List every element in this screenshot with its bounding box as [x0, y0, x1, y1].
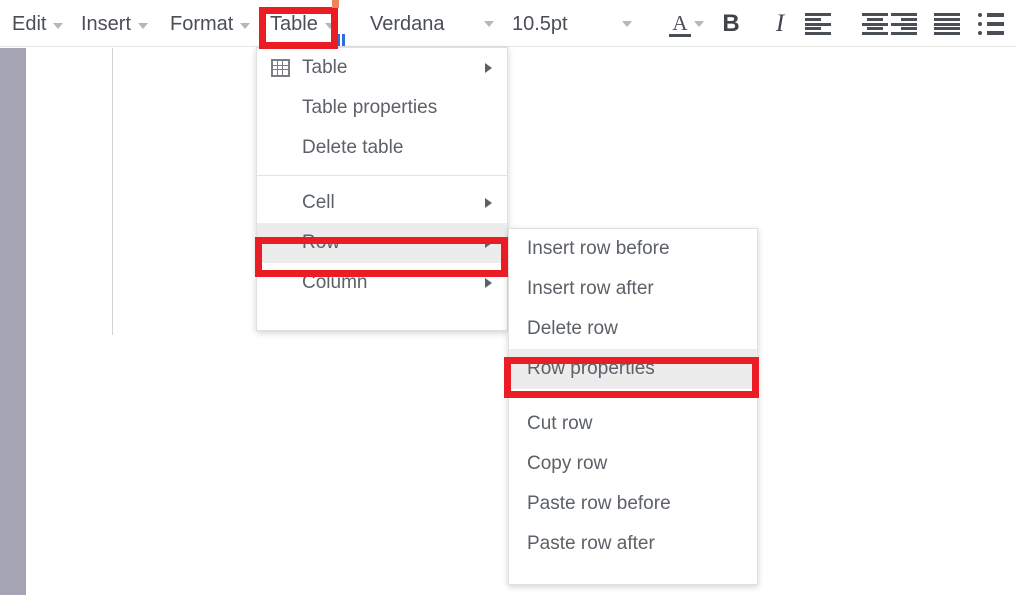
align-justify-icon[interactable]: [934, 13, 960, 35]
left-rail: [0, 48, 26, 595]
menu-item-row[interactable]: Row: [257, 223, 507, 263]
menu-item-cell-label: Cell: [302, 192, 335, 213]
align-right-icon[interactable]: [891, 13, 917, 35]
menu-item-copy-row[interactable]: Copy row: [509, 444, 757, 484]
annotation-speck: [332, 0, 339, 8]
menu-item-table-properties-label: Table properties: [302, 97, 438, 118]
font-family-value: Verdana: [370, 13, 445, 35]
italic-button[interactable]: I: [769, 9, 791, 39]
bold-button[interactable]: B: [719, 9, 743, 39]
cell-resize-marker-icon: [337, 34, 346, 46]
bold-label: B: [722, 10, 740, 37]
align-center-icon[interactable]: [862, 13, 888, 35]
menu-item-delete-table-label: Delete table: [302, 137, 404, 158]
table-dropdown-menu: Table Table properties Delete table Cell…: [256, 47, 508, 331]
menu-button-edit-label: Edit: [12, 13, 47, 35]
menu-separator: [509, 396, 757, 397]
table-grid-icon: [271, 59, 290, 77]
menu-button-table-label: Table: [270, 13, 318, 35]
font-color-chevron-down-icon[interactable]: [694, 21, 704, 27]
chevron-right-icon: [485, 198, 492, 208]
menu-item-insert-row-before[interactable]: Insert row before: [509, 229, 757, 269]
chevron-down-icon: [53, 22, 64, 29]
align-left-icon[interactable]: [805, 13, 831, 35]
font-size-selector[interactable]: 10.5pt: [512, 9, 568, 39]
menu-item-insert-row-after-label: Insert row after: [527, 278, 654, 299]
table-column-border: [112, 48, 113, 335]
menu-button-format[interactable]: Format: [170, 9, 251, 39]
menu-button-table[interactable]: Table: [270, 9, 335, 39]
menu-button-edit[interactable]: Edit: [12, 9, 64, 39]
menu-item-cut-row[interactable]: Cut row: [509, 404, 757, 444]
menu-item-table-label: Table: [302, 57, 348, 78]
menu-item-table[interactable]: Table: [257, 48, 507, 88]
toolbar: Edit Insert Format Table Verdana 10.5pt …: [0, 0, 1016, 47]
chevron-right-icon: [485, 278, 492, 288]
menu-item-paste-row-after-label: Paste row after: [527, 533, 655, 554]
menu-button-insert[interactable]: Insert: [81, 9, 149, 39]
menu-item-row-properties-label: Row properties: [527, 358, 655, 379]
chevron-down-icon: [240, 22, 251, 29]
font-family-chevron-down-icon[interactable]: [484, 21, 494, 27]
menu-separator: [257, 175, 507, 176]
menu-item-delete-row-label: Delete row: [527, 318, 618, 339]
menu-item-cut-row-label: Cut row: [527, 413, 593, 434]
chevron-down-icon: [324, 22, 335, 29]
font-color-button[interactable]: A: [667, 12, 693, 38]
menu-item-row-properties[interactable]: Row properties: [509, 349, 757, 389]
italic-label: I: [775, 10, 785, 37]
menu-button-format-label: Format: [170, 13, 234, 35]
font-family-selector[interactable]: Verdana: [370, 9, 445, 39]
font-size-chevron-down-icon[interactable]: [622, 21, 632, 27]
menu-button-insert-label: Insert: [81, 13, 132, 35]
menu-item-row-label: Row: [302, 232, 341, 253]
font-color-swatch: [669, 33, 691, 37]
menu-item-paste-row-after[interactable]: Paste row after: [509, 524, 757, 564]
row-submenu: Insert row before Insert row after Delet…: [508, 228, 758, 585]
menu-item-paste-row-before-label: Paste row before: [527, 493, 671, 514]
chevron-down-icon: [138, 22, 149, 29]
chevron-right-icon: [485, 238, 492, 248]
menu-item-delete-row[interactable]: Delete row: [509, 309, 757, 349]
font-color-letter: A: [672, 10, 688, 35]
bulleted-list-icon[interactable]: [978, 13, 1004, 35]
menu-item-column-label: Column: [302, 272, 368, 293]
menu-item-insert-row-after[interactable]: Insert row after: [509, 269, 757, 309]
menu-item-insert-row-before-label: Insert row before: [527, 238, 670, 259]
menu-item-paste-row-before[interactable]: Paste row before: [509, 484, 757, 524]
menu-item-copy-row-label: Copy row: [527, 453, 608, 474]
font-size-value: 10.5pt: [512, 13, 568, 35]
menu-item-table-properties[interactable]: Table properties: [257, 88, 507, 128]
editor-root: Edit Insert Format Table Verdana 10.5pt …: [0, 0, 1016, 595]
menu-item-cell[interactable]: Cell: [257, 183, 507, 223]
chevron-right-icon: [485, 63, 492, 73]
menu-item-delete-table[interactable]: Delete table: [257, 128, 507, 168]
menu-item-column[interactable]: Column: [257, 263, 507, 303]
